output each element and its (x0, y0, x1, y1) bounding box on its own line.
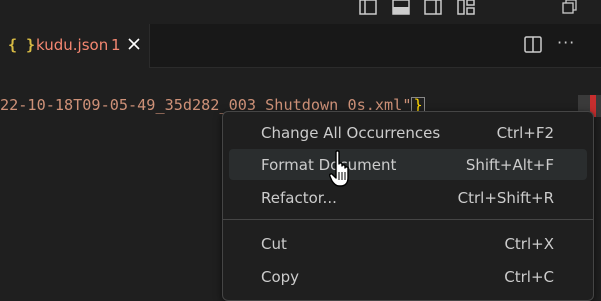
editor-tab-bar: { } kudu.json 1 (0, 24, 601, 68)
menu-item-label: Change All Occurrences (261, 124, 441, 142)
menu-item-label: Refactor... (261, 189, 337, 207)
close-icon[interactable] (127, 37, 141, 51)
tab-label: kudu.json (36, 36, 109, 54)
json-file-icon: { } (8, 36, 36, 54)
menu-item-shortcut: Shift+Alt+F (465, 156, 554, 174)
context-menu: Change All Occurrences Ctrl+F2 Format Do… (222, 111, 594, 301)
tab-kudu-json[interactable]: { } kudu.json 1 (0, 24, 150, 68)
menu-item-shortcut: Ctrl+F2 (496, 124, 554, 142)
menu-item-shortcut: Ctrl+X (504, 235, 554, 253)
hand-pointer-cursor-icon (329, 150, 349, 187)
toggle-panel-icon[interactable] (392, 0, 410, 16)
customize-layout-icon[interactable] (457, 0, 475, 16)
menu-separator (223, 219, 593, 220)
restore-window-icon[interactable] (561, 0, 579, 16)
more-actions-icon[interactable]: ··· (557, 33, 575, 52)
menu-item-copy[interactable]: Copy Ctrl+C (229, 261, 587, 292)
toggle-secondary-sidebar-icon[interactable] (424, 0, 442, 16)
menu-item-shortcut: Ctrl+C (504, 268, 554, 286)
menu-item-label: Copy (261, 268, 300, 286)
menu-item-label: Cut (261, 235, 287, 253)
problem-count-badge: 1 (111, 36, 121, 54)
title-bar (0, 0, 601, 24)
toggle-primary-sidebar-icon[interactable] (359, 0, 377, 16)
menu-item-change-all-occurrences[interactable]: Change All Occurrences Ctrl+F2 (229, 117, 587, 148)
menu-item-cut[interactable]: Cut Ctrl+X (229, 228, 587, 259)
menu-item-format-document[interactable]: Format Document Shift+Alt+F (229, 149, 587, 180)
split-editor-icon[interactable] (524, 36, 542, 54)
menu-item-refactor[interactable]: Refactor... Ctrl+Shift+R (229, 182, 587, 213)
menu-item-shortcut: Ctrl+Shift+R (457, 189, 554, 207)
